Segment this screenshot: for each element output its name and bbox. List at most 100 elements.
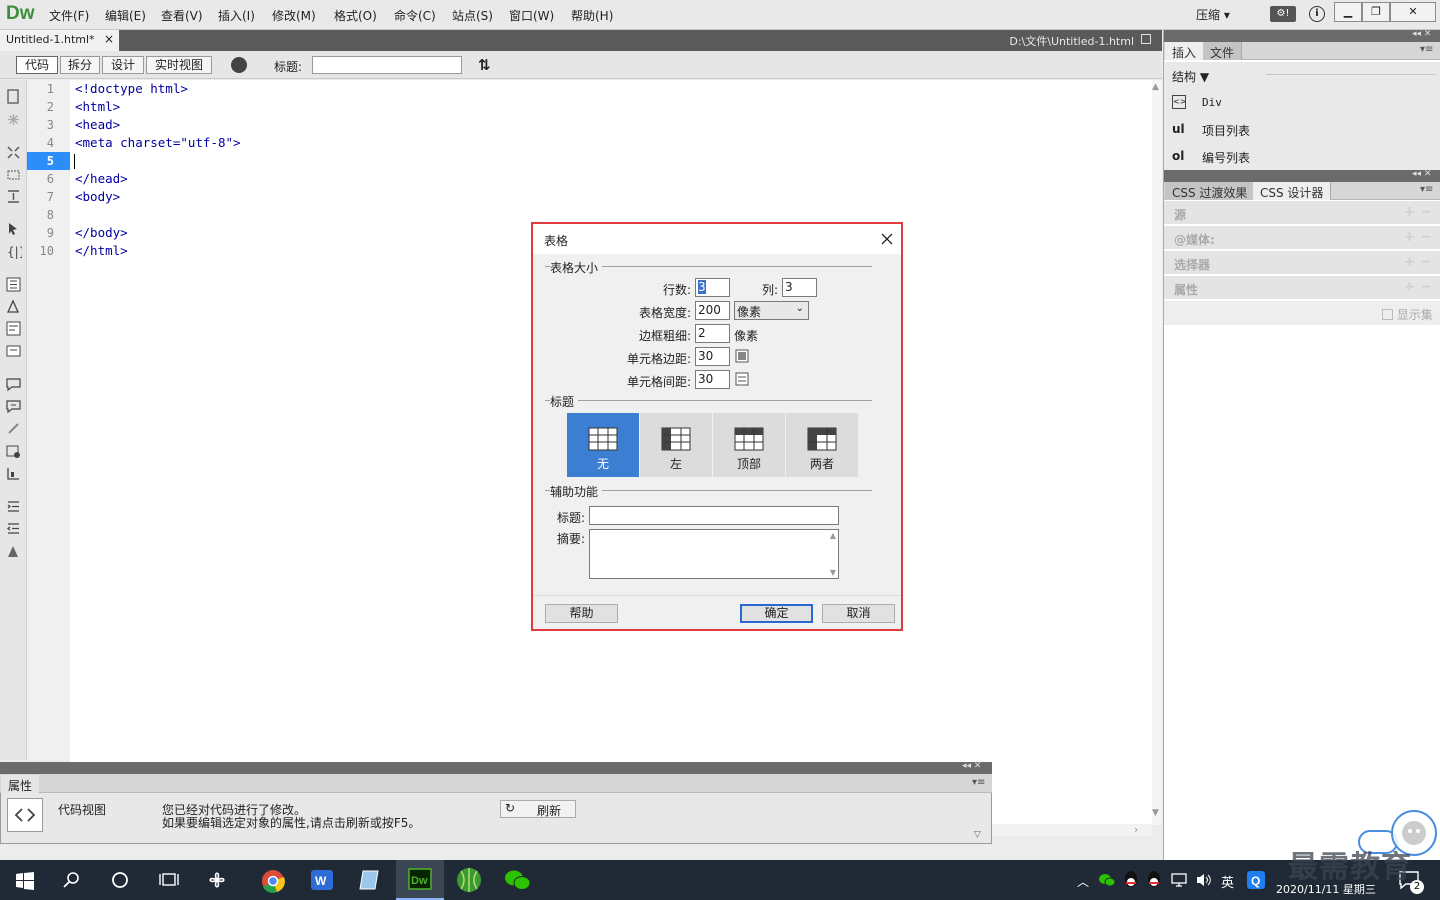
menu-file[interactable]: 文件(F): [49, 7, 89, 24]
tray-qq-icon-2[interactable]: [1146, 870, 1162, 888]
ok-button[interactable]: 确定: [740, 604, 813, 623]
live-view-button[interactable]: 实时视图: [146, 56, 212, 74]
split-view-button[interactable]: 拆分: [60, 56, 100, 74]
menu-commands[interactable]: 命令(C): [394, 7, 436, 24]
outdent-icon[interactable]: [5, 520, 22, 537]
tab-files[interactable]: 文件: [1203, 42, 1243, 60]
collapse-tag-icon[interactable]: [5, 144, 22, 161]
menu-window[interactable]: 窗口(W): [509, 7, 554, 24]
textarea-scroll-up-icon[interactable]: ▲: [830, 531, 836, 540]
tab-css-transitions[interactable]: CSS 过渡效果: [1165, 182, 1256, 200]
css-section-sources[interactable]: 源 + −: [1164, 201, 1440, 225]
task-view-icon[interactable]: [159, 871, 179, 889]
category-dropdown[interactable]: 结构 ▼: [1172, 68, 1209, 85]
extensions-icon[interactable]: ⚙!: [1270, 6, 1296, 22]
insert-item-ordered-list[interactable]: ol 编号列表: [1172, 149, 1422, 167]
tab-insert[interactable]: 插入: [1165, 42, 1205, 60]
indent-icon[interactable]: [5, 498, 22, 515]
tray-expand-icon[interactable]: ︿: [1077, 873, 1089, 890]
menu-site[interactable]: 站点(S): [452, 7, 493, 24]
line-numbers-icon[interactable]: [5, 276, 22, 293]
collapse-insert-icon[interactable]: ◂◂ ✕: [1412, 29, 1431, 39]
cancel-button[interactable]: 取消: [822, 604, 895, 623]
syntax-error-icon[interactable]: [5, 343, 22, 360]
scroll-right-icon[interactable]: ›: [1134, 823, 1138, 836]
design-view-button[interactable]: 设计: [102, 56, 144, 74]
panel-options-icon[interactable]: ▾≡: [972, 777, 985, 788]
dreamweaver-taskbar-item[interactable]: Dw: [396, 860, 444, 900]
menu-view[interactable]: 查看(V): [161, 7, 203, 24]
table-width-input[interactable]: 200: [695, 301, 730, 320]
remove-comment-icon[interactable]: [5, 398, 22, 415]
menu-help[interactable]: 帮助(H): [571, 7, 613, 24]
volume-icon[interactable]: [1195, 872, 1213, 888]
close-tab-icon[interactable]: ×: [104, 32, 114, 46]
menu-format[interactable]: 格式(O): [334, 7, 377, 24]
properties-tab[interactable]: 属性: [1, 775, 39, 793]
caption-input[interactable]: [589, 506, 839, 525]
watermelon-app-icon[interactable]: [456, 867, 482, 893]
dialog-close-icon[interactable]: [881, 233, 893, 245]
balance-braces-icon[interactable]: {|}: [5, 243, 22, 260]
tray-wechat-icon[interactable]: [1098, 872, 1116, 888]
cell-spacing-input[interactable]: 30: [695, 370, 730, 389]
css-section-media[interactable]: @媒体: + −: [1164, 226, 1440, 250]
scroll-up-icon[interactable]: ▲: [1152, 82, 1159, 92]
border-input[interactable]: 2: [695, 324, 730, 343]
textarea-scroll-down-icon[interactable]: ▼: [830, 568, 836, 577]
close-window-button[interactable]: ✕: [1390, 2, 1436, 22]
header-option-top[interactable]: 顶部: [713, 413, 785, 477]
css-section-properties[interactable]: 属性 + −: [1164, 276, 1440, 300]
workspace-switcher[interactable]: 压缩 ▾: [1196, 6, 1230, 23]
minimize-button[interactable]: ▁: [1334, 2, 1362, 22]
word-wrap-icon[interactable]: [5, 320, 22, 337]
cortana-icon[interactable]: [111, 871, 129, 889]
network-icon[interactable]: [1170, 872, 1188, 888]
windows-start-icon[interactable]: [16, 872, 34, 890]
menu-edit[interactable]: 编辑(E): [105, 7, 146, 24]
document-title-input[interactable]: [312, 56, 462, 74]
info-icon[interactable]: i: [1309, 6, 1325, 22]
wps-writer-icon[interactable]: W: [310, 869, 334, 891]
tray-q-icon[interactable]: Q: [1247, 871, 1265, 889]
cols-input[interactable]: 3: [782, 278, 817, 297]
header-option-left[interactable]: 左: [640, 413, 712, 477]
select-parent-tag-icon[interactable]: [5, 220, 22, 237]
menu-modify[interactable]: 修改(M): [272, 7, 316, 24]
help-button[interactable]: 帮助: [545, 604, 618, 623]
wrap-tag-icon[interactable]: [5, 420, 22, 437]
collapse-css-icon[interactable]: ◂◂ ✕: [1412, 169, 1431, 179]
move-css-icon[interactable]: [5, 465, 22, 482]
menu-insert[interactable]: 插入(I): [218, 7, 255, 24]
notepad-icon[interactable]: [358, 869, 382, 891]
cell-padding-input[interactable]: 30: [695, 347, 730, 366]
wechat-icon[interactable]: [504, 869, 532, 891]
format-source-icon[interactable]: [5, 543, 22, 560]
editor-horizontal-scrollbar[interactable]: [992, 824, 1152, 836]
tray-qq-icon[interactable]: [1123, 870, 1139, 888]
collapse-selection-icon[interactable]: [5, 166, 22, 183]
summary-textarea[interactable]: ▲ ▼: [589, 529, 839, 579]
scroll-down-icon[interactable]: ▼: [1152, 808, 1159, 818]
rows-input[interactable]: 3: [695, 278, 730, 297]
editor-vertical-scrollbar[interactable]: [1152, 80, 1162, 825]
asterisk-icon[interactable]: [5, 111, 22, 128]
file-transfer-icon[interactable]: ⇅: [478, 56, 491, 74]
open-documents-icon[interactable]: [5, 88, 22, 105]
width-unit-select[interactable]: 像素 ⌄: [734, 301, 809, 320]
show-set-checkbox[interactable]: 显示集: [1382, 306, 1433, 323]
highlight-invalid-icon[interactable]: [5, 298, 22, 315]
insert-item-div[interactable]: <> Div: [1172, 95, 1422, 113]
insert-options-icon[interactable]: ▾≡: [1420, 44, 1433, 55]
code-view-button[interactable]: 代码: [16, 56, 58, 74]
expand-all-icon[interactable]: [5, 188, 22, 205]
restore-button[interactable]: ❐: [1362, 2, 1390, 22]
document-tab[interactable]: Untitled-1.html* ×: [0, 30, 119, 51]
collapse-panel-icon[interactable]: ◂◂ ✕: [962, 761, 981, 771]
input-language[interactable]: 英: [1221, 872, 1234, 891]
css-section-selectors[interactable]: 选择器 + −: [1164, 251, 1440, 275]
expand-properties-icon[interactable]: ▽: [974, 830, 981, 840]
chrome-icon[interactable]: [261, 869, 285, 893]
header-option-both[interactable]: 两者: [786, 413, 858, 477]
restore-doc-icon[interactable]: [1141, 34, 1151, 44]
